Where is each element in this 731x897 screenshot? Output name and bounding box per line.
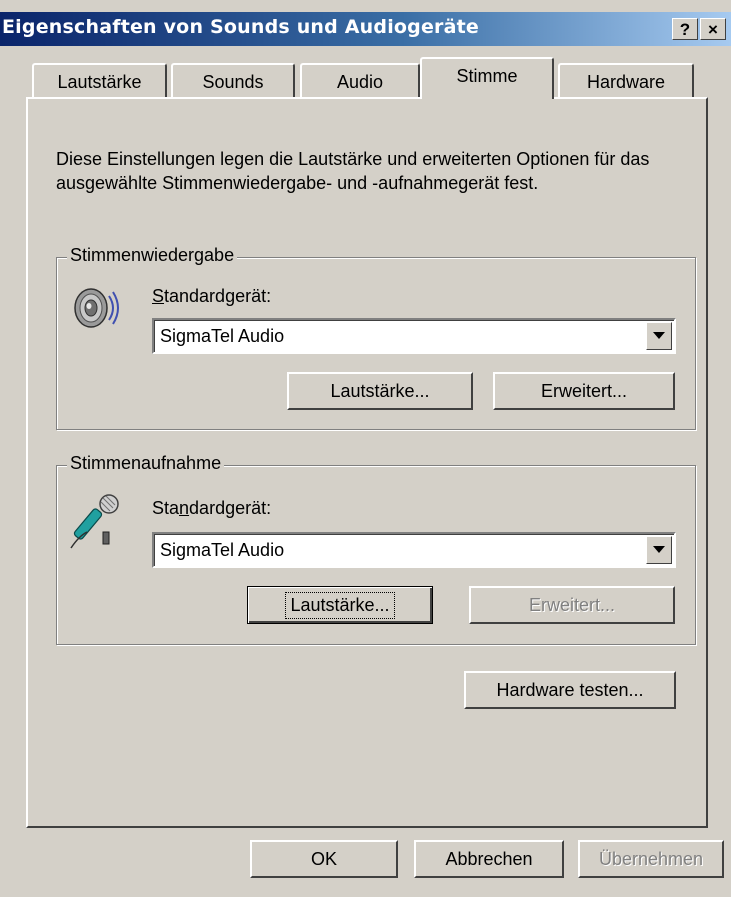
playback-volume-label: Lautstärke... — [330, 380, 430, 401]
apply-label: Übernehmen — [598, 848, 704, 869]
recording-volume-label: Lautstärke... — [285, 591, 395, 619]
recording-device-mnemonic: n — [179, 498, 190, 518]
description-text: Diese Einstellungen legen die Lautstärke… — [56, 149, 650, 193]
playback-device-value: SigmaTel Audio — [160, 326, 285, 346]
tab-lautstaerke[interactable]: Lautstärke — [32, 63, 167, 99]
tab-sounds[interactable]: Sounds — [171, 63, 295, 99]
playback-device-label: Standardgerät: — [152, 286, 271, 307]
test-hardware-label: Hardware testen... — [496, 679, 644, 700]
recording-device-label: Standardgerät: — [152, 498, 271, 519]
microphone-icon — [69, 492, 125, 555]
close-button[interactable]: × — [700, 18, 726, 40]
recording-device-select[interactable]: SigmaTel Audio — [152, 532, 676, 568]
playback-legend: Stimmenwiedergabe — [67, 245, 238, 266]
recording-device-label-rest: dardgerät: — [189, 498, 272, 518]
properties-dialog: Eigenschaften von Sounds und Audiogeräte… — [0, 0, 731, 897]
window-title: Eigenschaften von Sounds und Audiogeräte — [2, 16, 480, 38]
recording-volume-button[interactable]: Lautstärke... — [247, 586, 433, 624]
recording-legend: Stimmenaufnahme — [67, 453, 225, 474]
speaker-icon — [69, 280, 125, 341]
apply-button[interactable]: Übernehmen — [578, 840, 724, 878]
recording-advanced-label: Erweitert... — [528, 594, 616, 615]
playback-device-select[interactable]: SigmaTel Audio — [152, 318, 676, 354]
playback-volume-button[interactable]: Lautstärke... — [287, 372, 473, 410]
recording-device-label-pre: Sta — [152, 498, 180, 518]
playback-advanced-label: Erweitert... — [540, 380, 628, 401]
tab-panel-stimme: Diese Einstellungen legen die Lautstärke… — [26, 97, 708, 828]
chevron-down-icon — [653, 546, 665, 553]
cancel-button[interactable]: Abbrechen — [414, 840, 564, 878]
title-bar[interactable]: Eigenschaften von Sounds und Audiogeräte… — [0, 12, 731, 46]
tab-hardware[interactable]: Hardware — [558, 63, 694, 99]
recording-device-value: SigmaTel Audio — [160, 540, 285, 560]
test-hardware-button[interactable]: Hardware testen... — [464, 671, 676, 709]
tab-audio[interactable]: Audio — [300, 63, 420, 99]
recording-dropdown-button[interactable] — [646, 536, 672, 564]
playback-device-mnemonic: S — [152, 286, 165, 306]
playback-device-label-rest: tandardgerät: — [164, 286, 272, 306]
chevron-down-icon — [653, 332, 665, 339]
playback-advanced-button[interactable]: Erweitert... — [493, 372, 675, 410]
cancel-label: Abbrechen — [445, 848, 533, 869]
recording-advanced-button[interactable]: Erweitert... — [469, 586, 675, 624]
ok-label: OK — [310, 848, 337, 869]
recording-group: Stimmenaufnahme Standardgerät: SigmaTel … — [56, 453, 696, 645]
tab-stimme[interactable]: Stimme — [420, 57, 554, 99]
ok-button[interactable]: OK — [250, 840, 398, 878]
playback-dropdown-button[interactable] — [646, 322, 672, 350]
help-button[interactable]: ? — [672, 18, 698, 40]
playback-group: Stimmenwiedergabe Standardgerät: SigmaTe… — [56, 245, 696, 430]
